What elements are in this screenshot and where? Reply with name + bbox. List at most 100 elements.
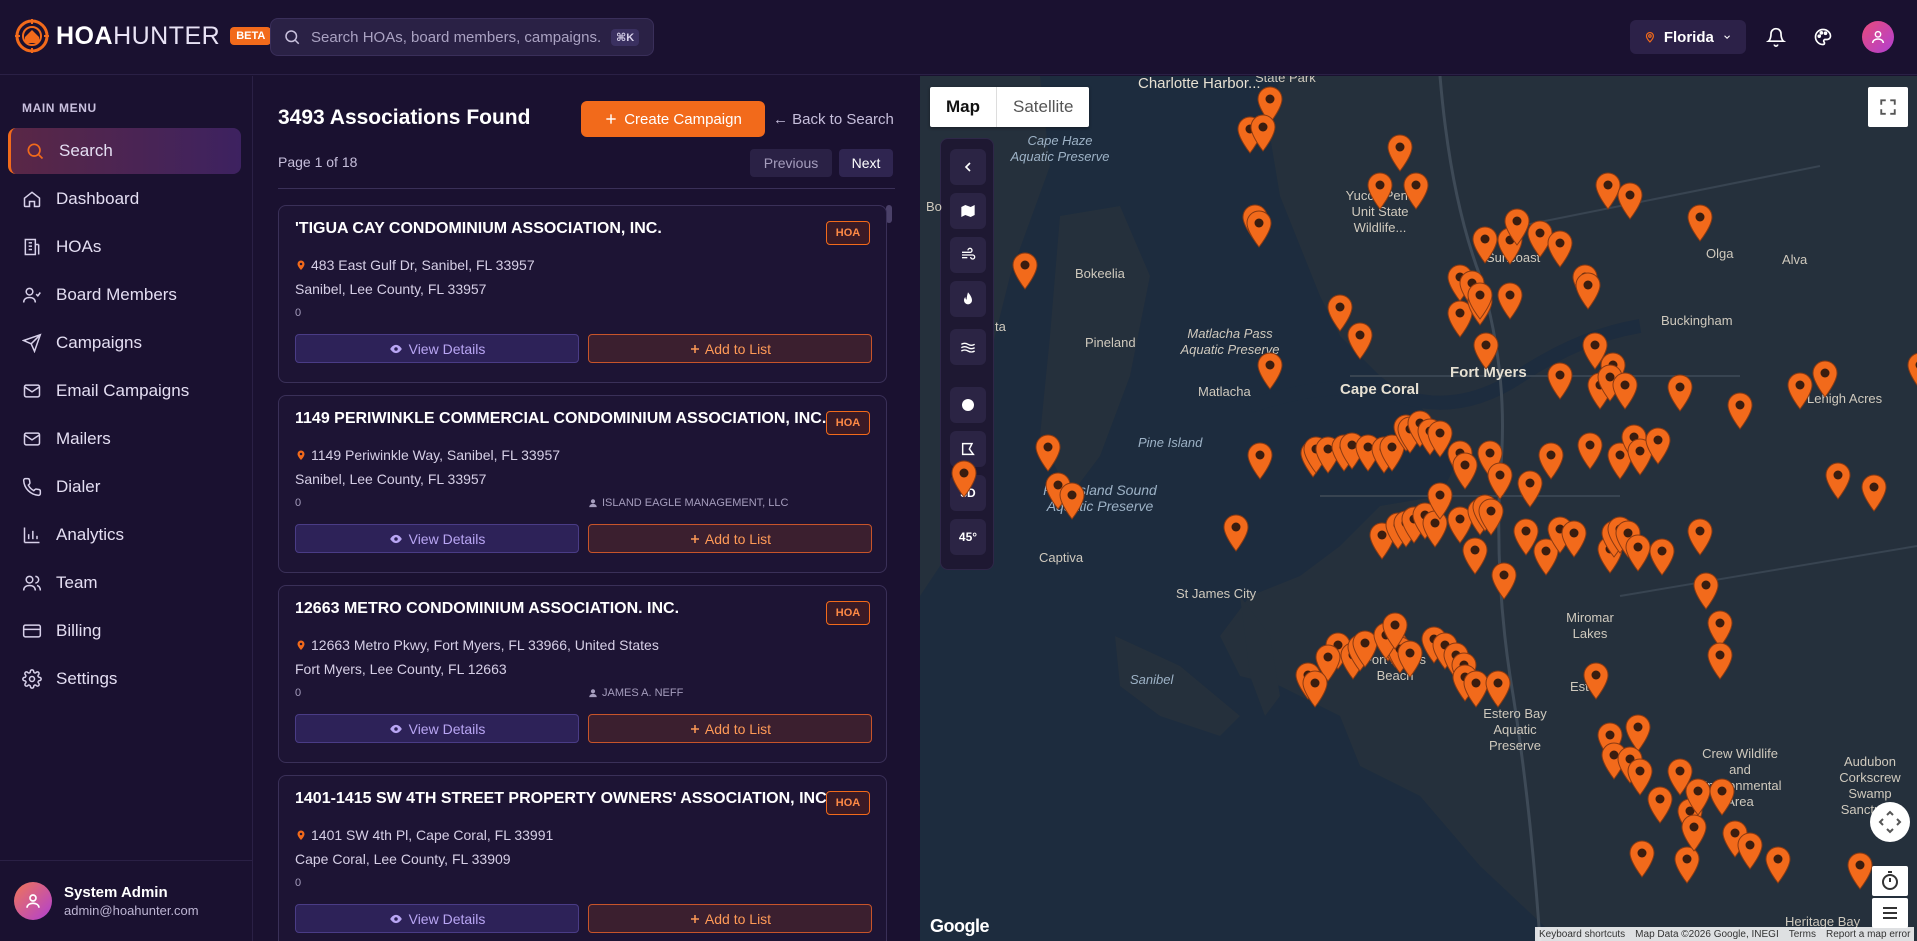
- map-pin-icon[interactable]: [1560, 520, 1588, 558]
- map-pin-icon[interactable]: [1346, 322, 1374, 360]
- map-pin-icon[interactable]: [1764, 846, 1792, 884]
- global-search[interactable]: ⌘K: [270, 18, 654, 56]
- circle-tool-button[interactable]: [950, 387, 986, 423]
- map-pin-icon[interactable]: [1222, 514, 1250, 552]
- back-to-search-link[interactable]: ← Back to Search: [773, 111, 894, 128]
- map-pin-icon[interactable]: [950, 460, 978, 498]
- timer-button[interactable]: [1872, 866, 1908, 896]
- map-pin-icon[interactable]: [1496, 282, 1524, 320]
- sidebar-item-email-campaigns[interactable]: Email Campaigns: [8, 368, 241, 414]
- association-name[interactable]: 12663 METRO CONDOMINIUM ASSOCIATION. INC…: [295, 600, 815, 618]
- wind-layer-button[interactable]: [950, 237, 986, 273]
- sidebar-item-mailers[interactable]: Mailers: [8, 416, 241, 462]
- map-pin-icon[interactable]: [1546, 230, 1574, 268]
- map-pin-icon[interactable]: [1628, 840, 1656, 878]
- sidebar-item-hoas[interactable]: HOAs: [8, 224, 241, 270]
- association-name[interactable]: 1149 PERIWINKLE COMMERCIAL CONDOMINIUM A…: [295, 410, 826, 428]
- map-pin-icon[interactable]: [1402, 172, 1430, 210]
- map-pin-icon[interactable]: [1011, 252, 1039, 290]
- next-button[interactable]: Next: [839, 149, 893, 177]
- sidebar-item-dialer[interactable]: Dialer: [8, 464, 241, 510]
- sidebar-item-settings[interactable]: Settings: [8, 656, 241, 702]
- menu-button[interactable]: [1872, 898, 1908, 928]
- map-pin-icon[interactable]: [1366, 172, 1394, 210]
- map-pin-icon[interactable]: [1574, 272, 1602, 310]
- association-name[interactable]: 1401-1415 SW 4TH STREET PROPERTY OWNERS'…: [295, 790, 831, 808]
- map-pin-icon[interactable]: [1484, 670, 1512, 708]
- search-input[interactable]: [311, 28, 601, 46]
- map-pin-icon[interactable]: [1726, 392, 1754, 430]
- water-layer-button[interactable]: [950, 329, 986, 365]
- map-pin-icon[interactable]: [1546, 362, 1574, 400]
- map-view[interactable]: Map Satellite 3D 45° Charlotte Harbor...: [920, 76, 1917, 941]
- view-details-button[interactable]: View Details: [295, 904, 579, 933]
- map-pin-icon[interactable]: [1058, 482, 1086, 520]
- terms-link[interactable]: Terms: [1789, 929, 1816, 940]
- map-pin-icon[interactable]: [1644, 427, 1672, 465]
- tab-map[interactable]: Map: [930, 87, 996, 127]
- view-details-button[interactable]: View Details: [295, 524, 579, 553]
- map-layer-button[interactable]: [950, 193, 986, 229]
- tab-satellite[interactable]: Satellite: [996, 87, 1089, 127]
- add-to-list-button[interactable]: Add to List: [588, 334, 872, 363]
- map-pin-icon[interactable]: [1824, 462, 1852, 500]
- map-pin-icon[interactable]: [1246, 442, 1274, 480]
- sidebar-item-dashboard[interactable]: Dashboard: [8, 176, 241, 222]
- map-pin-icon[interactable]: [1466, 282, 1494, 320]
- sidebar-item-board-members[interactable]: Board Members: [8, 272, 241, 318]
- map-pin-icon[interactable]: [1736, 832, 1764, 870]
- add-to-list-button[interactable]: Add to List: [588, 524, 872, 553]
- previous-button[interactable]: Previous: [750, 149, 832, 177]
- sidebar-item-search[interactable]: Search: [8, 128, 241, 174]
- sidebar-item-analytics[interactable]: Analytics: [8, 512, 241, 558]
- palette-icon[interactable]: [1810, 24, 1836, 50]
- map-pin-icon[interactable]: [1860, 474, 1888, 512]
- add-to-list-button[interactable]: Add to List: [588, 714, 872, 743]
- map-pin-icon[interactable]: [1846, 852, 1874, 890]
- create-campaign-button[interactable]: Create Campaign: [581, 101, 765, 137]
- collapse-button[interactable]: [950, 149, 986, 185]
- map-pin-icon[interactable]: [1786, 372, 1814, 410]
- view-details-button[interactable]: View Details: [295, 334, 579, 363]
- map-pin-icon[interactable]: [1582, 662, 1610, 700]
- map-pin-icon[interactable]: [1461, 537, 1489, 575]
- sidebar-item-team[interactable]: Team: [8, 560, 241, 606]
- add-to-list-button[interactable]: Add to List: [588, 904, 872, 933]
- map-pin-icon[interactable]: [1256, 352, 1284, 390]
- avatar[interactable]: [1862, 21, 1894, 53]
- map-pin-icon[interactable]: [1451, 452, 1479, 490]
- map-pin-icon[interactable]: [1245, 210, 1273, 248]
- map-pin-icon[interactable]: [1381, 612, 1409, 650]
- tilt-45-button[interactable]: 45°: [950, 519, 986, 555]
- map-pin-icon[interactable]: [1686, 518, 1714, 556]
- fullscreen-button[interactable]: [1868, 87, 1908, 127]
- report-error-link[interactable]: Report a map error: [1826, 929, 1910, 940]
- map-pin-icon[interactable]: [1576, 432, 1604, 470]
- user-profile[interactable]: System Admin admin@hoahunter.com: [0, 860, 253, 941]
- map-pin-icon[interactable]: [1471, 226, 1499, 264]
- map-pin-icon[interactable]: [1692, 572, 1720, 610]
- map-pin-icon[interactable]: [1906, 352, 1917, 390]
- map-pin-icon[interactable]: [1249, 114, 1277, 152]
- view-details-button[interactable]: View Details: [295, 714, 579, 743]
- pan-control[interactable]: [1870, 802, 1910, 842]
- association-name[interactable]: 'TIGUA CAY CONDOMINIUM ASSOCIATION, INC.: [295, 220, 815, 238]
- sidebar-item-campaigns[interactable]: Campaigns: [8, 320, 241, 366]
- map-pin-icon[interactable]: [1477, 498, 1505, 536]
- map-pin-icon[interactable]: [1666, 374, 1694, 412]
- map-pin-icon[interactable]: [1034, 434, 1062, 472]
- map-pin-icon[interactable]: [1490, 562, 1518, 600]
- map-pin-icon[interactable]: [1708, 778, 1736, 816]
- map-pin-icon[interactable]: [1301, 670, 1329, 708]
- map-pin-icon[interactable]: [1686, 204, 1714, 242]
- map-pin-icon[interactable]: [1648, 538, 1676, 576]
- map-pin-icon[interactable]: [1386, 134, 1414, 172]
- heat-layer-button[interactable]: [950, 281, 986, 317]
- map-pin-icon[interactable]: [1680, 814, 1708, 852]
- map-pin-icon[interactable]: [1616, 182, 1644, 220]
- map-pin-icon[interactable]: [1537, 442, 1565, 480]
- map-pin-icon[interactable]: [1811, 360, 1839, 398]
- map-pin-icon[interactable]: [1472, 332, 1500, 370]
- logo[interactable]: HOAHUNTER BETA: [14, 18, 272, 54]
- map-pin-icon[interactable]: [1611, 372, 1639, 410]
